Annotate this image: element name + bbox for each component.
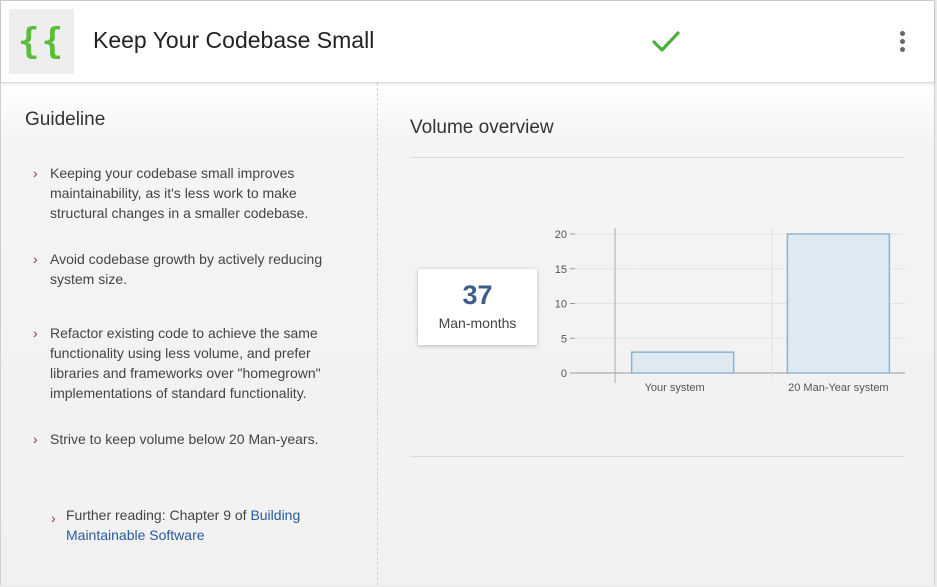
guideline-item-text: Refactor existing code to achieve the sa…: [50, 325, 321, 401]
guideline-item-text: Avoid codebase growth by actively reduci…: [50, 251, 323, 287]
y-tick-label: 20: [555, 229, 567, 241]
guideline-item-text: Strive to keep volume below 20 Man-years…: [50, 431, 319, 447]
guideline-item: › Refactor existing code to achieve the …: [33, 323, 335, 403]
guideline-section: Guideline › Keeping your codebase small …: [1, 83, 378, 585]
logo-text: {{: [17, 21, 66, 62]
guideline-item-text: Keeping your codebase small improves mai…: [50, 165, 309, 221]
code-braces-icon: {{: [9, 9, 74, 74]
chevron-right-icon: ›: [33, 165, 38, 181]
guideline-title: Guideline: [25, 109, 106, 130]
guideline-item: › Strive to keep volume below 20 Man-yea…: [33, 429, 335, 449]
chevron-right-icon: ›: [33, 251, 38, 267]
page-title: Keep Your Codebase Small: [93, 27, 375, 53]
y-tick-label: 15: [555, 264, 567, 276]
bar: [630, 351, 735, 374]
y-tick-label: 0: [561, 368, 567, 380]
volume-chart: 0 5 10 15 20 Your system 20 Man-Year system: [555, 228, 905, 394]
card-header: {{ Keep Your Codebase Small: [1, 1, 934, 83]
y-tick-label: 10: [555, 299, 567, 311]
x-tick-label: Your system: [645, 382, 705, 394]
bar: [786, 233, 891, 374]
volume-section: Volume overview 37 Man-months 0 5 10 15 20 Yo…: [378, 83, 935, 585]
further-reading-prefix: Further reading: Chapter 9 of: [66, 507, 251, 523]
chevron-right-icon: ›: [33, 325, 38, 341]
x-tick-label: 20 Man-Year system: [788, 382, 888, 394]
y-tick-label: 5: [561, 333, 567, 345]
divider: [410, 456, 905, 457]
check-icon: [652, 31, 680, 52]
guideline-item: › Keeping your codebase small improves m…: [33, 163, 335, 223]
more-vertical-icon[interactable]: [896, 31, 908, 57]
chevron-right-icon: ›: [51, 510, 56, 526]
chevron-right-icon: ›: [33, 431, 38, 447]
guideline-item: › Avoid codebase growth by actively redu…: [33, 249, 335, 289]
further-reading: › Further reading: Chapter 9 of Building…: [51, 505, 351, 545]
card-body: Guideline › Keeping your codebase small …: [1, 83, 934, 585]
guideline-card: {{ Keep Your Codebase Small Guideline › …: [0, 0, 935, 585]
